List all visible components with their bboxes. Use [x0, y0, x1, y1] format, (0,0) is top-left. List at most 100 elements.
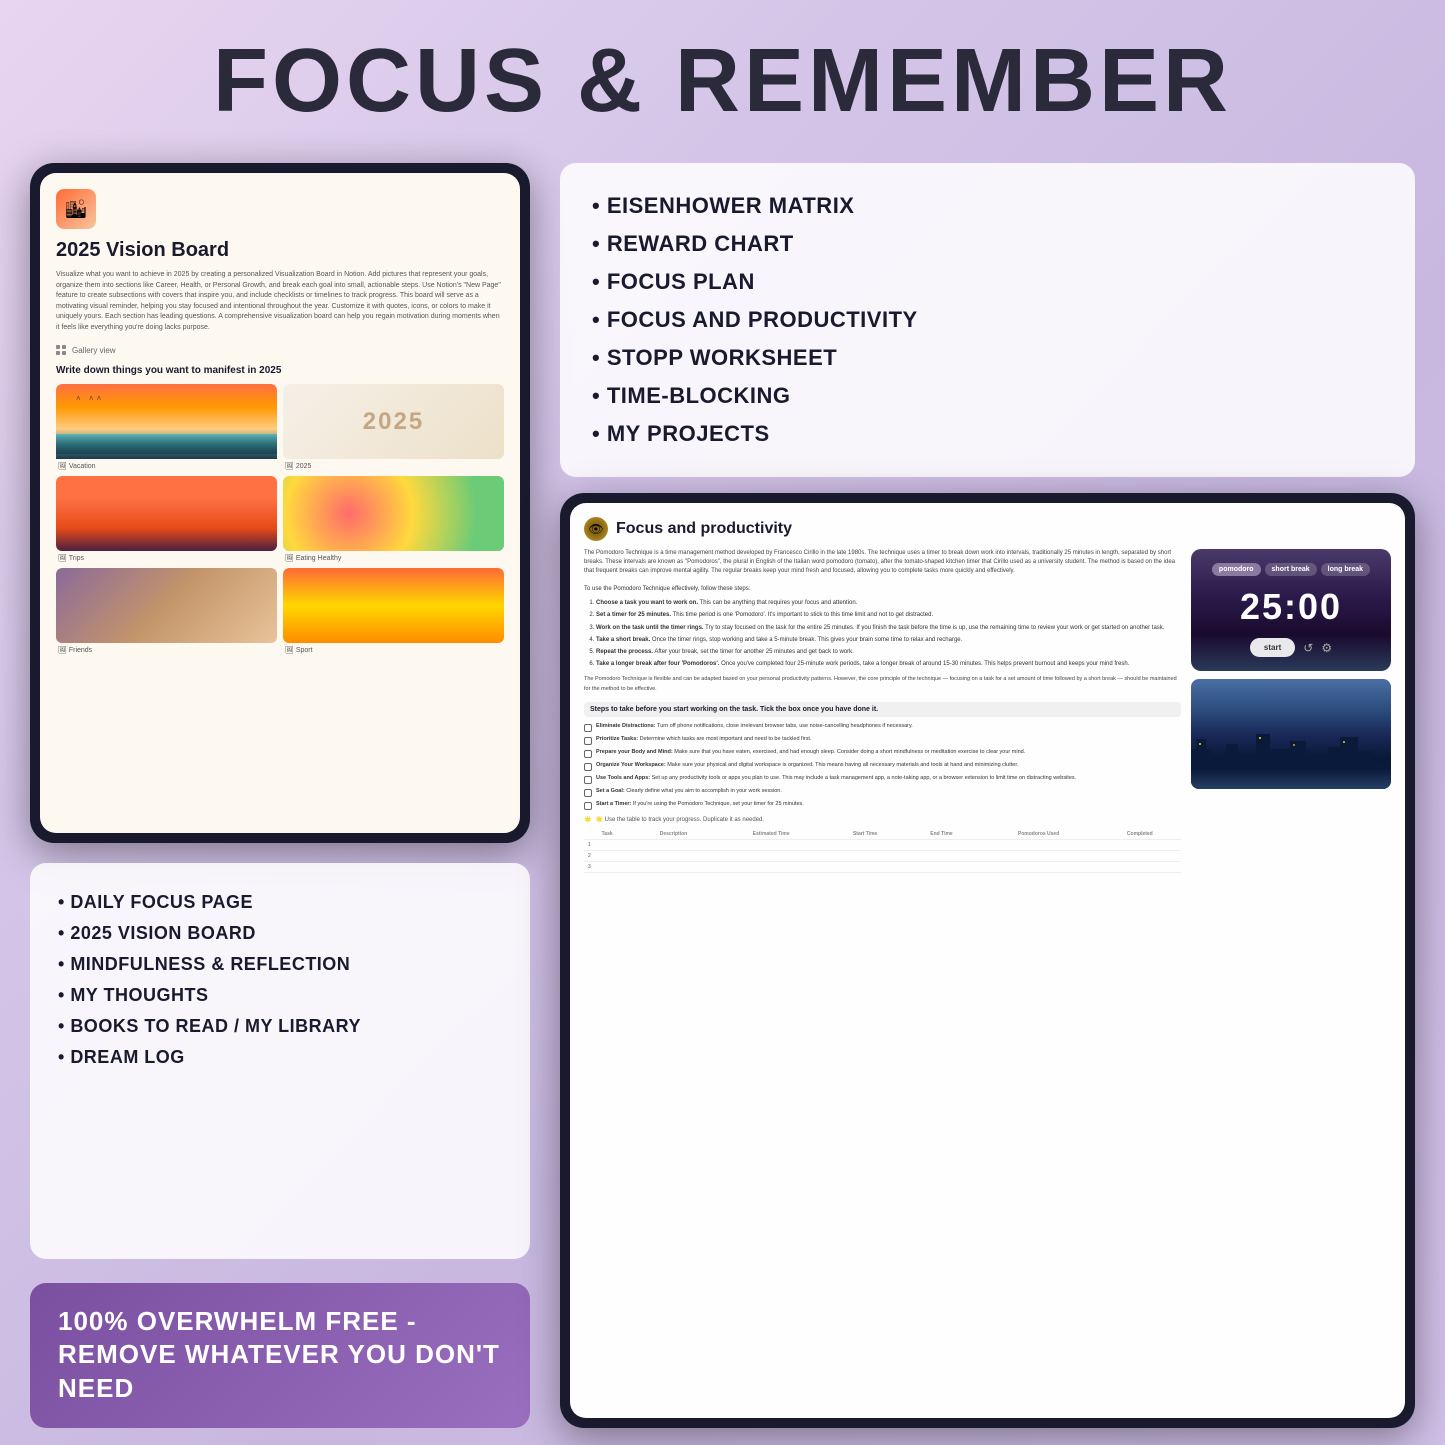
tablet-icon: 🏙: [56, 189, 96, 229]
checklist-text: Eliminate Distractions: Turn off phone n…: [596, 723, 913, 731]
list-item: DAILY FOCUS PAGE: [58, 887, 502, 918]
tab-long-break[interactable]: long break: [1321, 563, 1370, 576]
left-tablet: 🏙 2025 Vision Board Visualize what you w…: [30, 163, 530, 843]
list-item: Organize Your Workspace: Make sure your …: [584, 762, 1181, 771]
list-item: TIME-BLOCKING: [592, 377, 1383, 415]
table-row: 3: [584, 862, 1181, 873]
birds-decoration: ˄ ˄˄: [76, 394, 104, 403]
checkbox[interactable]: [584, 724, 592, 732]
checkbox[interactable]: [584, 737, 592, 745]
list-item: ˄ ˄˄ 🖼 Vacation: [56, 384, 277, 470]
focus-steps: To use the Pomodoro Technique effectivel…: [584, 584, 1181, 694]
timer-tabs: pomodoro short break long break: [1203, 563, 1379, 576]
table-row: 2: [584, 851, 1181, 862]
focus-description: The Pomodoro Technique is a time managem…: [584, 549, 1181, 576]
list-item: Set a timer for 25 minutes. This time pe…: [596, 610, 1181, 620]
list-item: STOPP WORKSHEET: [592, 339, 1383, 377]
row-done: [1099, 851, 1181, 862]
list-item: MY THOUGHTS: [58, 980, 502, 1011]
list-item: Start a Timer: If you're using the Pomod…: [584, 801, 1181, 810]
checkbox[interactable]: [584, 802, 592, 810]
row-pomo: [979, 851, 1099, 862]
checkbox[interactable]: [584, 789, 592, 797]
row-start: [826, 862, 905, 873]
water-decoration: [56, 434, 277, 454]
star-icon: 🌟: [584, 816, 591, 823]
start-button[interactable]: start: [1250, 638, 1295, 657]
settings-icon[interactable]: ⚙: [1321, 641, 1332, 655]
2025-image: 2025: [283, 384, 504, 459]
steps-section: Steps to take before you start working o…: [584, 702, 1181, 873]
row-end: [905, 851, 979, 862]
list-item: 🖼 Trips: [56, 476, 277, 562]
tab-pomodoro[interactable]: pomodoro: [1212, 563, 1261, 576]
checkbox[interactable]: [584, 776, 592, 784]
year-text: 2025: [363, 408, 424, 436]
table-header: Pomodoros Used: [979, 829, 1099, 840]
list-item: BOOKS TO READ / MY LIBRARY: [58, 1011, 502, 1042]
page-icon: 🖼: [58, 463, 69, 470]
gallery-view-label: Gallery view: [56, 345, 504, 355]
vacation-image: ˄ ˄˄: [56, 384, 277, 459]
checklist-text: Prepare your Body and Mind: Make sure th…: [596, 749, 1025, 757]
row-desc: [630, 840, 716, 851]
timer-widget: pomodoro short break long break 25:00 st…: [1191, 549, 1391, 671]
bottom-banner: 100% OVERWHELM FREE - REMOVE WHATEVER YO…: [30, 1283, 530, 1428]
steps-heading: Steps to take before you start working o…: [584, 702, 1181, 717]
list-item: REWARD CHART: [592, 225, 1383, 263]
right-tablet: 👁 Focus and productivity The Pomodoro Te…: [560, 493, 1415, 1428]
list-item: Take a short break. Once the timer rings…: [596, 635, 1181, 645]
row-end: [905, 862, 979, 873]
page-icon: 🖼: [58, 555, 69, 562]
list-item: 🖼 Friends: [56, 568, 277, 654]
checklist-text: Use Tools and Apps: Set up any productiv…: [596, 775, 1076, 783]
table-header: Start Time: [826, 829, 905, 840]
sport-image: [283, 568, 504, 643]
city-image: [1191, 679, 1391, 789]
flexible-note: The Pomodoro Technique is flexible and c…: [584, 675, 1181, 694]
vision-board-desc: Visualize what you want to achieve in 20…: [56, 270, 504, 333]
row-start: [826, 840, 905, 851]
2025-label: 🖼 2025: [283, 462, 504, 470]
focus-right-column: pomodoro short break long break 25:00 st…: [1191, 549, 1391, 1404]
list-item: FOCUS AND PRODUCTIVITY: [592, 301, 1383, 339]
page-icon: 🖼: [285, 647, 296, 654]
friends-image: [56, 568, 277, 643]
list-item: Work on the task until the timer rings. …: [596, 623, 1181, 633]
gallery-icon: [56, 345, 66, 355]
page-icon: 🖼: [58, 647, 69, 654]
table-header: Description: [630, 829, 716, 840]
timer-controls: start ↺ ⚙: [1203, 638, 1379, 657]
list-item: 2025 VISION BOARD: [58, 918, 502, 949]
checklist-text: Set a Goal: Clearly define what you aim …: [596, 788, 782, 796]
checklist-text: Prioritize Tasks: Determine which tasks …: [596, 736, 811, 744]
list-item: FOCUS PLAN: [592, 263, 1383, 301]
row-est: [717, 862, 826, 873]
building-icon: 🏙: [65, 199, 88, 220]
focus-body: The Pomodoro Technique is a time managem…: [584, 549, 1391, 1404]
list-item: 🖼 Sport: [283, 568, 504, 654]
list-item: DREAM LOG: [58, 1042, 502, 1073]
sport-label: 🖼 Sport: [283, 646, 504, 654]
checkbox[interactable]: [584, 750, 592, 758]
gallery-grid: ˄ ˄˄ 🖼 Vacation 2025 🖼 2025: [56, 384, 504, 654]
row-done: [1099, 862, 1181, 873]
trips-label: 🖼 Trips: [56, 554, 277, 562]
eye-emoji: 👁: [588, 522, 603, 536]
friends-label: 🖼 Friends: [56, 646, 277, 654]
list-item: Prioritize Tasks: Determine which tasks …: [584, 736, 1181, 745]
row-desc: [630, 862, 716, 873]
timer-display: 25:00: [1203, 586, 1379, 628]
table-note: 🌟 🌟 Use the table to track your progress…: [584, 816, 1181, 823]
checkbox[interactable]: [584, 763, 592, 771]
tab-short-break[interactable]: short break: [1265, 563, 1317, 576]
focus-header: 👁 Focus and productivity: [584, 517, 1391, 541]
trips-image: [56, 476, 277, 551]
row-num: 2: [584, 851, 630, 862]
focus-title: Focus and productivity: [616, 520, 792, 538]
reset-icon[interactable]: ↺: [1303, 641, 1313, 655]
checklist: Eliminate Distractions: Turn off phone n…: [584, 723, 1181, 810]
table-header: Estimated Time: [717, 829, 826, 840]
row-est: [717, 840, 826, 851]
eating-label: 🖼 Eating Healthy: [283, 554, 504, 562]
